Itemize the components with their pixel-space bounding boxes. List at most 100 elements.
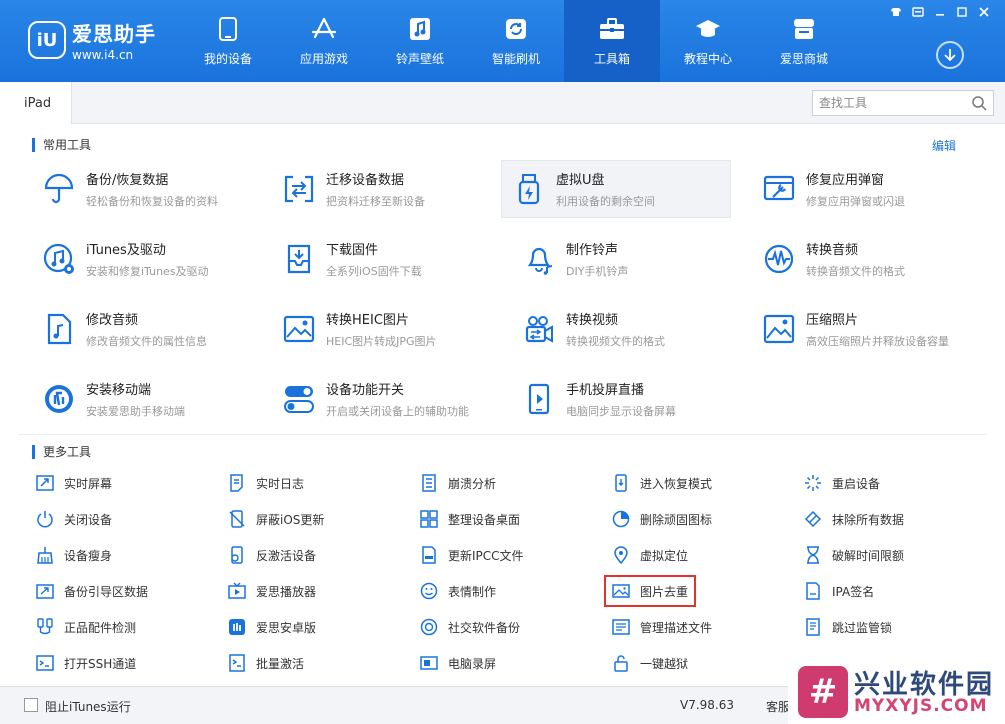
tool-image-dedupe[interactable]: 图片去重 — [604, 575, 697, 607]
nav-my-device[interactable]: 我的设备 — [180, 0, 276, 82]
tool-download-firmware[interactable]: 下载固件 全系列iOS固件下载 — [272, 230, 502, 288]
tool-label: 正品配件检测 — [64, 620, 137, 635]
watermark-url: MYXYJS.COM — [854, 696, 988, 716]
tool-recovery-mode[interactable]: 进入恢复模式 — [612, 470, 712, 496]
log-icon — [228, 474, 246, 492]
version-label: V7.98.63 — [680, 698, 735, 712]
nav-toolbox[interactable]: 工具箱 — [564, 0, 660, 82]
tab-ipad[interactable]: iPad — [0, 82, 72, 124]
tool-batch-activate[interactable]: 批量激活 — [228, 650, 304, 676]
search-icon[interactable] — [971, 95, 987, 114]
tool-fix-app-popup[interactable]: 修复应用弹窗 修复应用弹窗或闪退 — [752, 160, 982, 218]
heic-image-icon — [282, 312, 316, 346]
app-title: 爱思助手 — [72, 22, 156, 46]
tool-open-ssh[interactable]: 打开SSH通道 — [36, 650, 136, 676]
toggle-switch-icon — [282, 382, 316, 416]
tool-convert-video[interactable]: 转换视频 转换视频文件的格式 — [512, 300, 742, 358]
tool-itunes-driver[interactable]: iTunes及驱动 安装和修复iTunes及驱动 — [32, 230, 262, 288]
tool-device-slim[interactable]: 设备瘦身 — [36, 542, 112, 568]
tool-restart-device[interactable]: 重启设备 — [804, 470, 880, 496]
nav-ringtones-wallpapers[interactable]: 铃声壁纸 — [372, 0, 468, 82]
tool-device-switches[interactable]: 设备功能开关 开启或关闭设备上的辅助功能 — [272, 370, 502, 428]
download-button[interactable] — [936, 41, 964, 69]
minimize-button[interactable] — [931, 4, 949, 20]
tool-label: 虚拟定位 — [640, 548, 689, 563]
repair-window-icon — [762, 172, 796, 206]
search-input[interactable] — [813, 92, 963, 114]
nav-tutorials[interactable]: 教程中心 — [660, 0, 756, 82]
tool-screen-record[interactable]: 电脑录屏 — [420, 650, 496, 676]
transfer-icon — [282, 172, 316, 206]
screen-record-icon — [420, 654, 438, 672]
tool-social-backup[interactable]: 社交软件备份 — [420, 614, 520, 640]
tool-live-log[interactable]: 实时日志 — [228, 470, 304, 496]
nav-label: 教程中心 — [683, 51, 732, 66]
tool-title: 虚拟U盘 — [556, 173, 605, 188]
device-tab-bar: iPad — [0, 82, 1005, 124]
tool-label: 爱思播放器 — [256, 584, 317, 599]
tool-block-ios-update[interactable]: 屏蔽iOS更新 — [228, 506, 324, 532]
tool-subtitle: 转换音频文件的格式 — [806, 265, 905, 278]
tool-convert-heic[interactable]: 转换HEIC图片 HEIC图片转成JPG图片 — [272, 300, 502, 358]
tool-i4-player[interactable]: 爱思播放器 — [228, 578, 316, 604]
tool-i4-android[interactable]: 爱思安卓版 — [228, 614, 316, 640]
tool-accessory-check[interactable]: 正品配件检测 — [36, 614, 136, 640]
tool-crack-time-limit[interactable]: 破解时间限额 — [804, 542, 904, 568]
skin-button[interactable] — [887, 4, 905, 20]
refresh-icon — [503, 16, 529, 42]
tool-subtitle: 把资料迁移至新设备 — [326, 195, 425, 208]
tool-deactivate-device[interactable]: 反激活设备 — [228, 542, 316, 568]
block-itunes-checkbox[interactable] — [24, 698, 38, 712]
nav-smart-flash[interactable]: 智能刷机 — [468, 0, 564, 82]
tool-ipa-sign[interactable]: IPA签名 — [804, 578, 874, 604]
tool-title: 备份/恢复数据 — [86, 173, 169, 188]
tool-label: 管理描述文件 — [640, 620, 713, 635]
tool-backup-restore[interactable]: 备份/恢复数据 轻松备份和恢复设备的资料 — [32, 160, 262, 218]
supervision-lock-icon — [804, 618, 822, 636]
hourglass-icon — [804, 546, 822, 564]
tool-edit-audio[interactable]: 修改音频 修改音频文件的属性信息 — [32, 300, 262, 358]
tool-virtual-usb[interactable]: 虚拟U盘 利用设备的剩余空间 — [501, 160, 731, 218]
block-itunes-label[interactable]: 阻止iTunes运行 — [45, 698, 131, 715]
tool-erase-all-data[interactable]: 抹除所有数据 — [804, 506, 904, 532]
tool-title: 转换视频 — [566, 313, 619, 328]
close-button[interactable] — [975, 4, 993, 20]
power-icon — [36, 510, 54, 528]
tool-virtual-location[interactable]: 虚拟定位 — [612, 542, 688, 568]
nav-apps-games[interactable]: 应用游戏 — [276, 0, 372, 82]
tool-title: 修改音频 — [86, 313, 139, 328]
nav-shop[interactable]: 爱思商城 — [756, 0, 852, 82]
tool-make-ringtone[interactable]: 制作铃声 DIY手机铃声 — [512, 230, 742, 288]
phone-icon — [215, 16, 241, 42]
tool-organize-desktop[interactable]: 整理设备桌面 — [420, 506, 520, 532]
tool-live-screen[interactable]: 实时屏幕 — [36, 470, 112, 496]
edit-link[interactable]: 编辑 — [932, 137, 956, 154]
tool-delete-stubborn-icons[interactable]: 删除顽固图标 — [612, 506, 712, 532]
customer-service-link[interactable]: 客服 — [766, 698, 790, 715]
tool-title: 设备功能开关 — [326, 383, 405, 398]
top-header: iU 爱思助手 www.i4.cn 我的设备 应用游戏 铃声壁纸 智能刷机 工具… — [0, 0, 1005, 82]
tool-install-mobile[interactable]: 安装移动端 安装爱思助手移动端 — [32, 370, 262, 428]
tool-crash-analysis[interactable]: 崩溃分析 — [420, 470, 496, 496]
tool-backup-boot-data[interactable]: 备份引导区数据 — [36, 578, 148, 604]
tool-screen-mirror[interactable]: 手机投屏直播 电脑同步显示设备屏幕 — [512, 370, 742, 428]
tool-migrate-data[interactable]: 迁移设备数据 把资料迁移至新设备 — [272, 160, 502, 218]
audio-file-icon — [42, 312, 76, 346]
tool-make-emoji[interactable]: 表情制作 — [420, 578, 496, 604]
watermark: # 兴业软件园 MYXYJS.COM — [788, 660, 1005, 724]
maximize-button[interactable] — [953, 4, 971, 20]
tool-label: 备份引导区数据 — [64, 584, 149, 599]
tool-update-ipcc[interactable]: 更新IPCC文件 — [420, 542, 524, 568]
photo-compress-icon — [762, 312, 796, 346]
settings-button[interactable] — [909, 4, 927, 20]
tool-shutdown-device[interactable]: 关闭设备 — [36, 506, 112, 532]
tool-convert-audio[interactable]: 转换音频 转换音频文件的格式 — [752, 230, 982, 288]
tool-compress-photos[interactable]: 压缩照片 高效压缩照片并释放设备容量 — [752, 300, 982, 358]
tool-label: 重启设备 — [832, 476, 881, 491]
tool-one-click-jailbreak[interactable]: 一键越狱 — [612, 650, 688, 676]
tool-manage-profiles[interactable]: 管理描述文件 — [612, 614, 712, 640]
tool-label: 图片去重 — [640, 584, 689, 599]
tool-subtitle: 安装爱思助手移动端 — [86, 405, 185, 418]
tool-skip-supervision-lock[interactable]: 跳过监管锁 — [804, 614, 892, 640]
batch-activate-icon — [228, 654, 246, 672]
